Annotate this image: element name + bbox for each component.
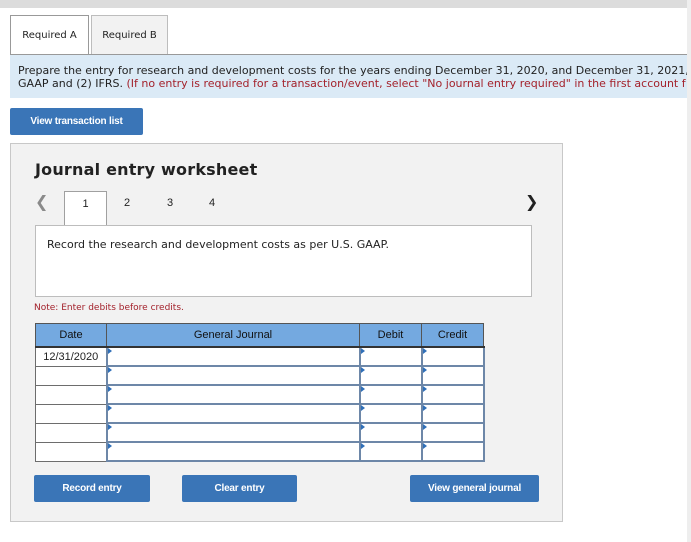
table-row [35,365,485,386]
scrollbar[interactable] [687,0,691,542]
dropdown-marker-icon [107,367,112,373]
view-transaction-list-button[interactable]: View transaction list [10,108,143,135]
instructions-hint: (If no entry is required for a transacti… [126,77,686,90]
dropdown-marker-icon [422,386,427,392]
credit-input[interactable] [420,403,485,424]
date-cell [35,422,107,443]
worksheet-title: Journal entry worksheet [35,160,258,179]
dropdown-marker-icon [360,424,365,430]
record-entry-button[interactable]: Record entry [34,475,150,502]
step-tab-4[interactable]: 4 [202,191,222,226]
table-row: 12/31/2020 [35,346,485,367]
dropdown-marker-icon [107,386,112,392]
entry-description: Record the research and development cost… [35,225,532,297]
debit-input[interactable] [358,422,423,443]
date-cell-value: 12/31/2020 [43,350,99,363]
date-cell [35,441,107,462]
entry-description-text: Record the research and development cost… [47,238,389,251]
dropdown-marker-icon [360,386,365,392]
table-row [35,422,485,443]
debit-input[interactable] [358,384,423,405]
chevron-right-icon[interactable]: ❯ [525,192,538,211]
account-input[interactable] [105,441,361,462]
credit-input[interactable] [420,384,485,405]
dropdown-marker-icon [107,405,112,411]
header-debit: Debit [359,323,422,348]
dropdown-marker-icon [107,443,112,449]
header-credit: Credit [421,323,484,348]
tab-required-b[interactable]: Required B [91,15,168,54]
journal-entry-worksheet: Journal entry worksheet ❮ 1 2 3 4 ❯ Reco… [10,143,563,522]
account-input[interactable] [105,346,361,367]
instructions-box: Prepare the entry for research and devel… [10,55,687,98]
dropdown-marker-icon [360,405,365,411]
date-cell [35,403,107,424]
account-input[interactable] [105,365,361,386]
dropdown-marker-icon [422,348,427,354]
debit-input[interactable] [358,441,423,462]
top-bar [0,0,687,8]
table-row [35,441,485,462]
date-cell [35,365,107,386]
credit-input[interactable] [420,422,485,443]
tab-required-a[interactable]: Required A [10,15,89,56]
table-row [35,403,485,424]
header-date: Date [35,323,107,348]
account-input[interactable] [105,403,361,424]
dropdown-marker-icon [107,348,112,354]
dropdown-marker-icon [422,405,427,411]
chevron-left-icon[interactable]: ❮ [35,192,48,211]
table-header-row: Date General Journal Debit Credit [35,323,484,348]
credit-input[interactable] [420,441,485,462]
clear-entry-button[interactable]: Clear entry [182,475,297,502]
dropdown-marker-icon [360,367,365,373]
view-general-journal-button[interactable]: View general journal [410,475,539,502]
instructions-text: GAAP and (2) IFRS. [18,77,127,90]
header-general-journal: General Journal [106,323,360,348]
account-input[interactable] [105,384,361,405]
entry-note: Note: Enter debits before credits. [34,303,184,313]
step-tab-1[interactable]: 1 [64,191,107,226]
date-cell: 12/31/2020 [35,346,107,367]
date-cell [35,384,107,405]
instructions-line-1: Prepare the entry for research and devel… [18,64,687,77]
debit-input[interactable] [358,365,423,386]
account-input[interactable] [105,422,361,443]
debit-input[interactable] [358,403,423,424]
debit-input[interactable] [358,346,423,367]
dropdown-marker-icon [360,443,365,449]
credit-input[interactable] [420,365,485,386]
dropdown-marker-icon [360,348,365,354]
dropdown-marker-icon [107,424,112,430]
journal-table: Date General Journal Debit Credit 12/31/… [35,323,485,462]
dropdown-marker-icon [422,367,427,373]
credit-input[interactable] [420,346,485,367]
instructions-line-2: GAAP and (2) IFRS. (If no entry is requi… [18,77,687,90]
dropdown-marker-icon [422,424,427,430]
step-tab-3[interactable]: 3 [160,191,180,226]
step-tab-2[interactable]: 2 [117,191,137,226]
dropdown-marker-icon [422,443,427,449]
table-row [35,384,485,405]
